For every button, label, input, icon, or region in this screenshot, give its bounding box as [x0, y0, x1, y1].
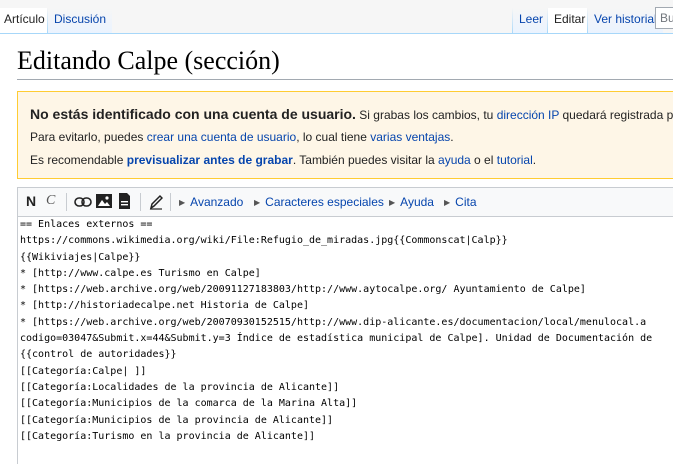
warning-heading: No estás identificado con una cuenta de … [30, 106, 356, 122]
expand-arrow-icon: ▶ [444, 198, 451, 207]
tab-discussion[interactable]: Discusión [48, 8, 113, 34]
toolbar-separator [170, 193, 171, 211]
search-input[interactable]: Bu [655, 7, 673, 29]
cite-label: Cita [455, 195, 477, 209]
preview-link[interactable]: previsualizar antes de grabar [127, 153, 293, 167]
editor-line: https://commons.wikimedia.org/wiki/File:… [20, 235, 508, 247]
tutorial-link[interactable]: tutorial [497, 153, 533, 167]
special-chars-menu[interactable]: ▶ Caracteres especiales [254, 195, 384, 209]
image-icon[interactable] [96, 194, 112, 211]
editor-line: [[Categoría:Municipios de la comarca de … [20, 398, 358, 410]
template-icon[interactable] [118, 193, 131, 212]
italic-button[interactable]: C [46, 193, 55, 209]
warning-text: , lo cual tiene [296, 130, 371, 144]
editor-line: {{control de autoridades}} [20, 349, 177, 361]
expand-arrow-icon: ▶ [179, 198, 186, 207]
editor-line: * [http://www.calpe.es Turismo en Calpe] [20, 267, 261, 279]
editor-line: * [https://web.archive.org/web/200709301… [20, 316, 647, 328]
editor-line: codigo=03047&Submit.x=44&Submit.y=3 Índi… [20, 333, 653, 345]
editor-line: * [https://web.archive.org/web/200911271… [20, 284, 586, 296]
warning-text: Si grabas los cambios, tu [355, 108, 497, 122]
tab-article[interactable]: Artículo [0, 8, 47, 34]
editor-line: == Enlaces externos == [20, 219, 153, 230]
create-account-link[interactable]: crear una cuenta de usuario [147, 130, 296, 144]
editor-line: [[Categoría:Localidades de la provincia … [20, 381, 340, 393]
bold-button[interactable]: N [26, 193, 36, 209]
anon-warning-box: No estás identificado con una cuenta de … [17, 91, 673, 179]
special-chars-label: Caracteres especiales [265, 195, 384, 209]
editor-line: [[Categoría:Calpe| ]] [20, 365, 147, 377]
warning-text: Es recomendable [30, 153, 127, 167]
tab-read[interactable]: Leer [513, 8, 550, 34]
editor-line: [[Categoría:Turismo en la provincia de A… [20, 430, 316, 442]
warning-text: . También puedes visitar la [292, 153, 439, 167]
toolbar-separator [140, 193, 141, 211]
ip-address-link[interactable]: dirección IP [497, 108, 559, 122]
warning-text: Para evitarlo, puedes [30, 130, 147, 144]
link-icon[interactable] [74, 195, 92, 211]
tabs-bar: Artículo Discusión Leer Editar Ver histo… [0, 0, 673, 34]
toolbar-separator [66, 193, 67, 211]
cite-menu[interactable]: ▶ Cita [444, 195, 477, 209]
advanced-menu[interactable]: ▶ Avanzado [179, 195, 243, 209]
warning-text: o el [470, 153, 497, 167]
editor-line: {{Wikiviajes|Calpe}} [20, 251, 141, 263]
editor-line: [[Categoría:Municipios de la provincia d… [20, 414, 334, 426]
expand-arrow-icon: ▶ [254, 198, 261, 207]
advantages-link[interactable]: varias ventajas [370, 130, 450, 144]
tab-history[interactable]: Ver historial [588, 8, 663, 34]
title-divider [17, 79, 673, 80]
page-title: Editando Calpe (sección) [17, 46, 280, 75]
help-label: Ayuda [400, 195, 434, 209]
warning-text: quedará registrada pública [562, 108, 673, 122]
edit-toolbar: N C ▶ Avanzado ▶ Caracteres especiales ▶ Ay… [17, 187, 673, 217]
warning-text: . [450, 130, 454, 144]
advanced-label: Avanzado [190, 195, 244, 209]
expand-arrow-icon: ▶ [389, 198, 396, 207]
wikitext-editor[interactable]: == Enlaces externos == https://commons.w… [17, 217, 673, 464]
warning-text: . [532, 153, 537, 167]
help-link[interactable]: ayuda [438, 153, 471, 167]
signature-pencil-icon[interactable] [149, 194, 164, 213]
editor-line: * [http://historiadecalpe.net Historia d… [20, 300, 309, 312]
tab-edit[interactable]: Editar [548, 8, 592, 34]
help-menu[interactable]: ▶ Ayuda [389, 195, 434, 209]
content-area: Editando Calpe (sección) No estás identi… [0, 33, 673, 464]
